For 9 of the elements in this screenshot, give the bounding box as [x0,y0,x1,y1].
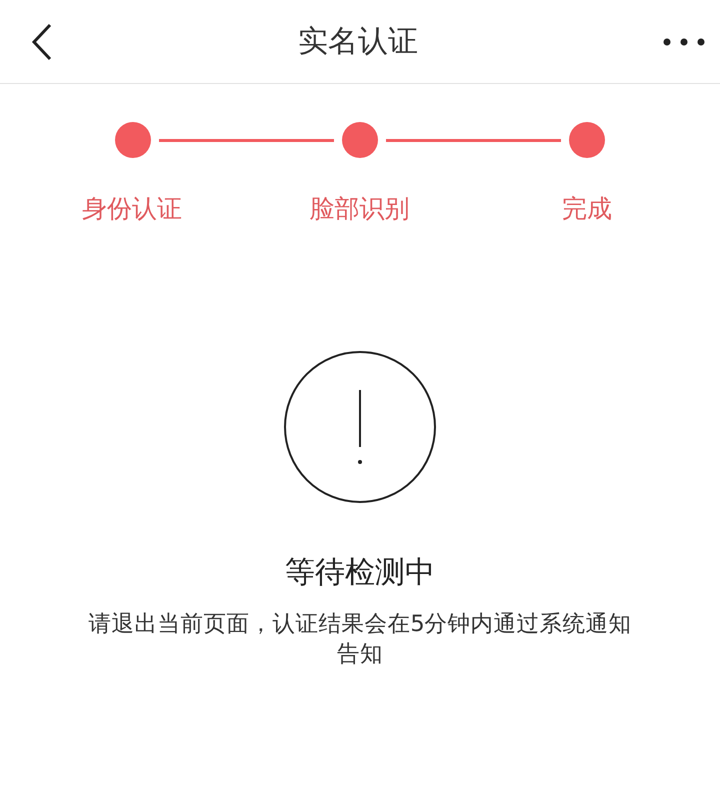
status-title: 等待检测中 [285,554,435,592]
status-message: 请退出当前页面，认证结果会在5分钟内通过系统通知告知 [87,610,633,669]
step-label: 脸部识别 [308,193,410,225]
exclamation-circle-icon [283,350,437,504]
step-label: 身份认证 [81,193,183,225]
step-label: 完成 [561,193,613,225]
chevron-left-icon [30,22,54,62]
more-icon [662,36,706,46]
page-title: 实名认证 [298,23,418,61]
